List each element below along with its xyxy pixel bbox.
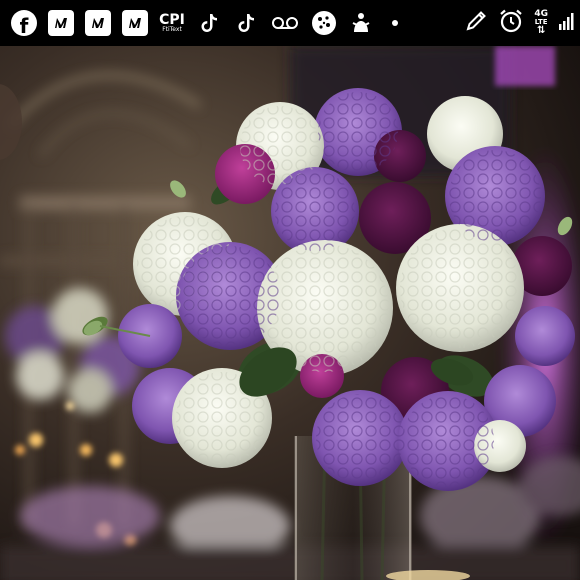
app-n-icon xyxy=(117,5,153,41)
cookie-icon xyxy=(306,5,342,41)
network-icon: 4G LTE ⇅ xyxy=(534,9,548,36)
centerpiece-photo xyxy=(0,46,580,580)
photo-canvas xyxy=(0,46,580,580)
cpi-sublabel: FtiText xyxy=(162,25,182,33)
voicemail-icon xyxy=(265,5,305,41)
alarm-icon xyxy=(498,8,524,38)
status-bar: f CPI FtiText 4G LTE ⇅ xyxy=(0,0,580,46)
app-n-icon xyxy=(43,5,79,41)
tiktok-icon xyxy=(228,5,264,41)
tiktok-icon xyxy=(191,5,227,41)
snapchat-icon xyxy=(343,5,379,41)
app-n-icon xyxy=(80,5,116,41)
more-dot-icon xyxy=(380,5,410,41)
facebook-icon: f xyxy=(6,5,42,41)
cpi-icon: CPI FtiText xyxy=(154,5,190,41)
system-icons: 4G LTE ⇅ xyxy=(464,0,574,46)
notification-icons: f CPI FtiText xyxy=(6,5,411,41)
signal-icon xyxy=(558,12,574,34)
phone-screen: f CPI FtiText 4G LTE ⇅ xyxy=(0,0,580,580)
pen-icon xyxy=(464,9,488,37)
